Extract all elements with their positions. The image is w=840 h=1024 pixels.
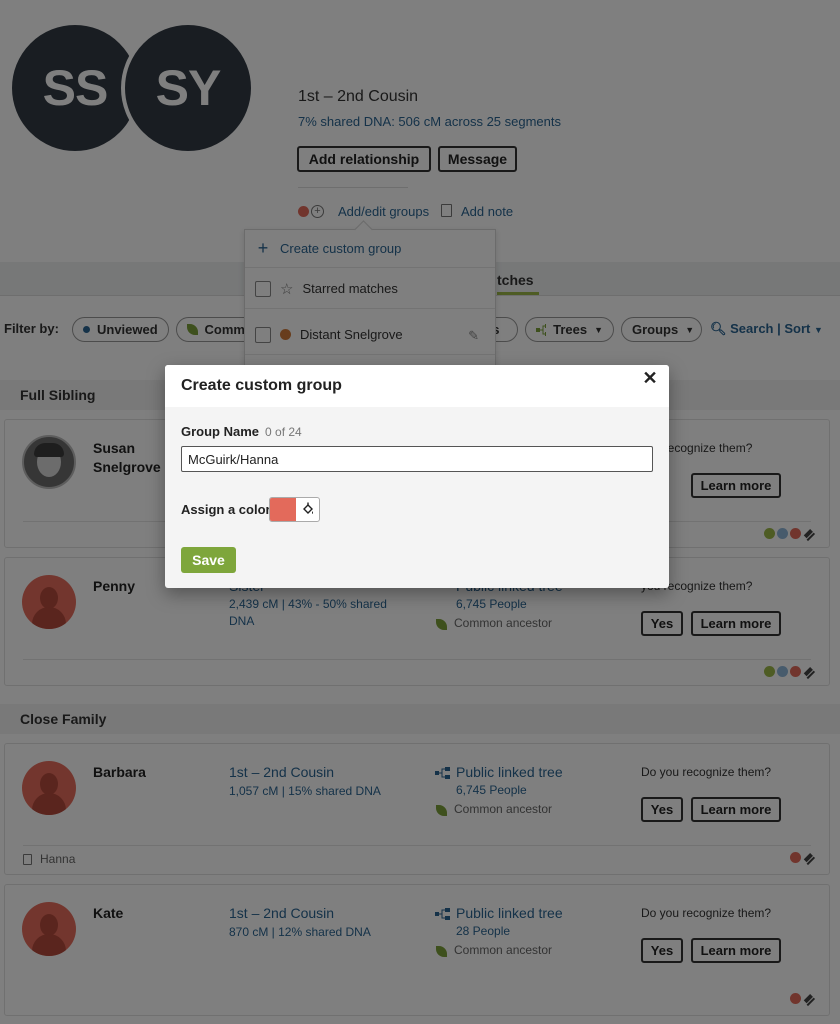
group-name-label-text: Group Name xyxy=(181,424,260,439)
group-name-label: Group Name 0 of 24 xyxy=(181,424,302,439)
close-icon[interactable]: ✕ xyxy=(637,365,663,391)
assign-color-label: Assign a color xyxy=(181,502,271,517)
group-name-input[interactable] xyxy=(181,446,653,472)
selected-color-swatch[interactable] xyxy=(270,498,296,521)
paint-bucket-icon[interactable] xyxy=(296,498,319,521)
match-detail-page: SS SY 1st – 2nd Cousin 7% shared DNA: 50… xyxy=(0,0,840,1024)
char-count: 0 of 24 xyxy=(265,425,302,439)
dialog-header: Create custom group ✕ xyxy=(165,365,669,407)
create-custom-group-dialog: Create custom group ✕ Group Name 0 of 24 … xyxy=(165,365,669,588)
dialog-title: Create custom group xyxy=(181,377,342,394)
save-button[interactable]: Save xyxy=(181,547,236,573)
color-picker[interactable] xyxy=(269,497,320,522)
